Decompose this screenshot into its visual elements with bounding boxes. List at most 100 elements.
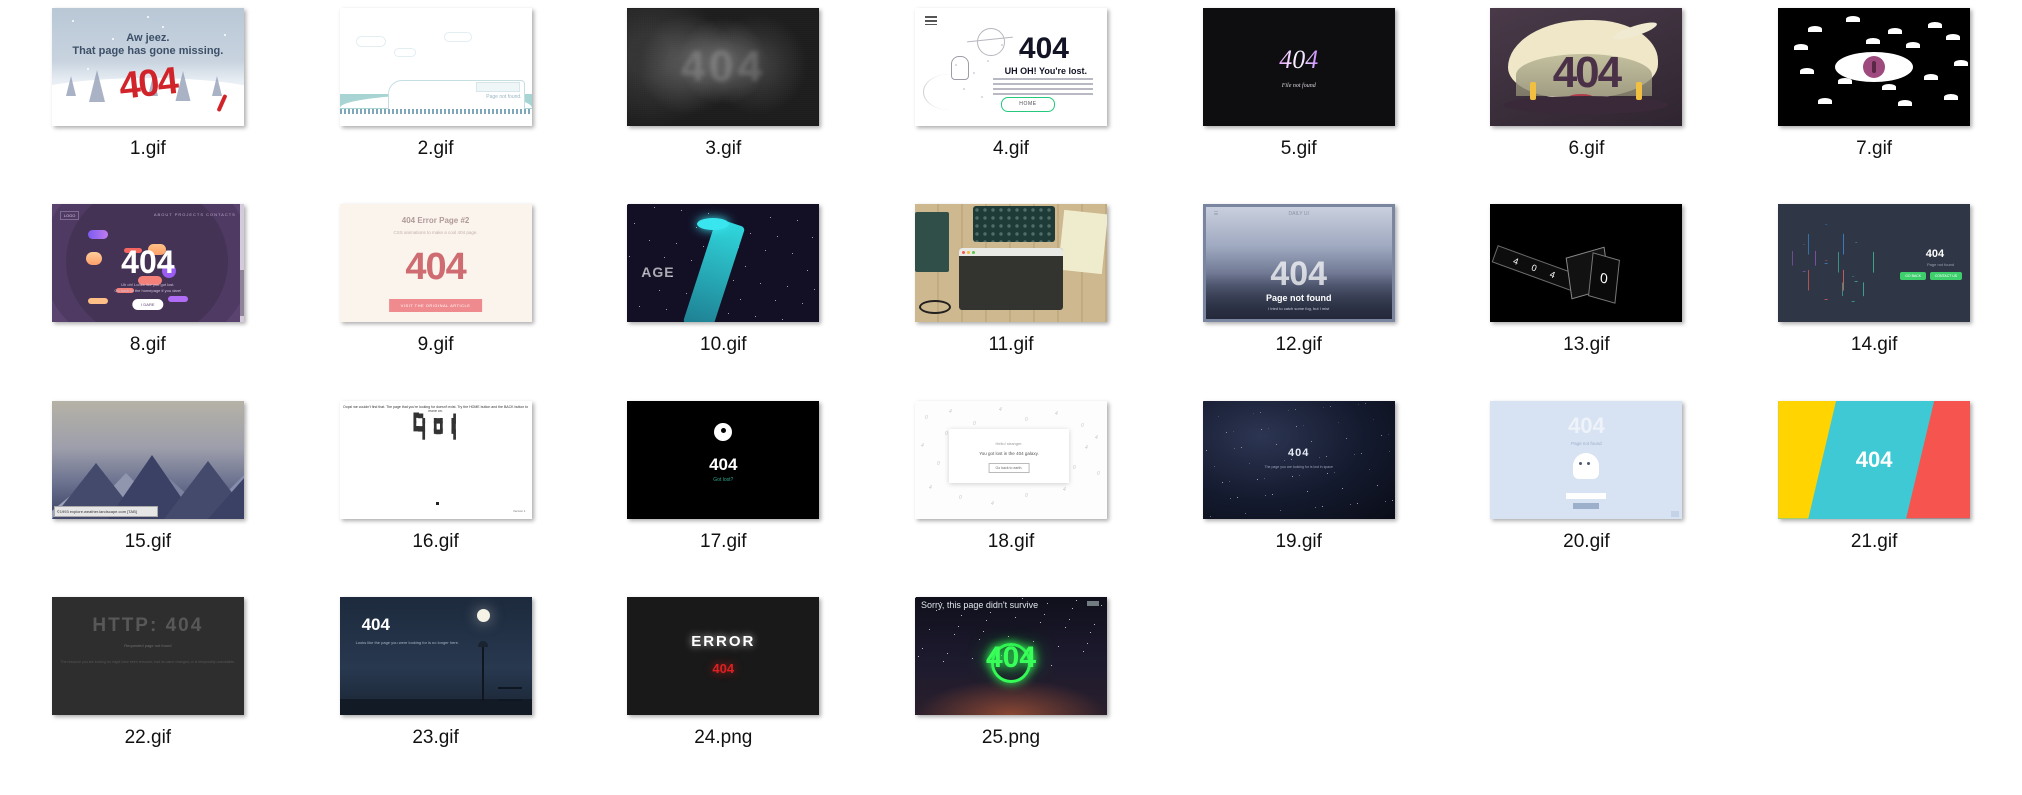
- thumbnail-wrapper[interactable]: ERROR 404: [579, 596, 867, 715]
- file-name-label: 13.gif: [1563, 334, 1610, 356]
- file-item[interactable]: 11.gif: [867, 204, 1155, 400]
- file-thumbnail[interactable]: 404 Error Page #2 CSS animations to make…: [339, 204, 532, 323]
- file-thumbnail[interactable]: Sorry, this page didn't survive 404: [914, 596, 1107, 715]
- thumbnail-wrapper[interactable]: 404: [1730, 400, 2018, 519]
- thumbnail-wrapper[interactable]: 404 Got lost?: [579, 400, 867, 519]
- thumbnail-wrapper[interactable]: 0404040404040404040 Hello! stranger. You…: [867, 400, 1155, 519]
- thumbnail-wrapper[interactable]: AGE: [579, 204, 867, 323]
- file-thumbnail[interactable]: AGE: [627, 204, 820, 323]
- thumbnail-wrapper[interactable]: Aw jeez. That page has gone missing. 404: [4, 8, 292, 126]
- thumbnail-wrapper[interactable]: Page not found.: [292, 8, 580, 126]
- file-thumbnail[interactable]: 404 File not found: [1202, 8, 1395, 126]
- file-thumbnail[interactable]: 404: [1490, 8, 1683, 126]
- file-item[interactable]: 404 6.gif: [1443, 8, 1731, 204]
- thumb-heading: ERROR: [691, 632, 756, 650]
- file-item[interactable]: 404 Page not found GO BACK CONTACT US 14…: [1730, 204, 2018, 400]
- file-thumbnail[interactable]: 404 Page not found: [1490, 400, 1683, 519]
- thumbnail-wrapper[interactable]: [867, 204, 1155, 323]
- file-item[interactable]: Oops! we couldn't find that. The page th…: [292, 400, 580, 597]
- file-thumbnail[interactable]: [914, 204, 1107, 323]
- thumbnail-wrapper[interactable]: 404 The page you are looking for is lost…: [1155, 400, 1443, 519]
- thumb-heading: UH OH! You're lost.: [1004, 66, 1087, 76]
- file-item[interactable]: 0404040404040404040 Hello! stranger. You…: [867, 400, 1155, 597]
- thumbnail-wrapper[interactable]: [1730, 8, 2018, 126]
- file-thumbnail[interactable]: Oops! we couldn't find that. The page th…: [339, 400, 532, 519]
- file-name-label: 22.gif: [124, 726, 172, 748]
- thumbnail-wrapper[interactable]: 404: [1443, 8, 1731, 126]
- thumbnail-wrapper[interactable]: 404 File not found: [1155, 8, 1443, 126]
- thumbnail-wrapper[interactable]: 404: [579, 8, 867, 126]
- file-item[interactable]: 404 File not found 5.gif: [1155, 8, 1443, 204]
- file-name-label: 1.gif: [129, 138, 166, 159]
- file-thumbnail[interactable]: LOGO ABOUT PROJECTS CONTACTS 404 Uh oh! …: [51, 204, 244, 323]
- file-thumbnail[interactable]: 404 The page you are looking for is lost…: [1202, 400, 1395, 519]
- thumb-sub: Page not found: [1927, 262, 1955, 268]
- file-thumbnail[interactable]: HTTP: 404 Requested page not found The r…: [51, 596, 244, 715]
- file-thumbnail[interactable]: 404 Page not found GO BACK CONTACT US: [1778, 204, 1971, 323]
- file-thumbnail[interactable]: [1778, 8, 1971, 126]
- file-item[interactable]: ERROR 404 24.png: [579, 596, 867, 793]
- file-thumbnail[interactable]: Aw jeez. That page has gone missing. 404: [51, 8, 244, 126]
- file-item[interactable]: 404 21.gif: [1730, 400, 2018, 597]
- thumbnail-wrapper[interactable]: Sorry, this page didn't survive 404: [867, 596, 1155, 715]
- file-item[interactable]: 404 Error Page #2 CSS animations to make…: [292, 204, 580, 400]
- file-item[interactable]: 404 UH OH! You're lost. HOME 4.gif: [867, 8, 1155, 204]
- file-item[interactable]: Sorry, this page didn't survive 404 25.p…: [867, 596, 1155, 793]
- thumbnail-wrapper[interactable]: 404 UH OH! You're lost. HOME: [867, 8, 1155, 126]
- file-item[interactable]: AGE 10.gif: [579, 204, 867, 400]
- file-item[interactable]: 404 Looks like the page you were looking…: [292, 596, 580, 793]
- file-item[interactable]: Aw jeez. That page has gone missing. 404 …: [4, 8, 292, 204]
- file-thumbnail[interactable]: ©1993 explore.weather.landscape.com [TAB…: [51, 400, 244, 519]
- file-name-label: 15.gif: [124, 530, 172, 552]
- thumb-sub: Requested page not found: [124, 642, 172, 648]
- file-item[interactable]: ©1993 explore.weather.landscape.com [TAB…: [4, 400, 292, 597]
- file-item[interactable]: LOGO ABOUT PROJECTS CONTACTS 404 Uh oh! …: [4, 204, 292, 400]
- thumbnail-wrapper[interactable]: 404 Looks like the page you were looking…: [292, 596, 580, 715]
- thumbnail-wrapper[interactable]: HTTP: 404 Requested page not found The r…: [4, 596, 292, 715]
- file-thumbnail[interactable]: 404 Looks like the page you were looking…: [339, 596, 532, 715]
- thumbnail-wrapper[interactable]: 404 Error Page #2 CSS animations to make…: [292, 204, 580, 323]
- file-item[interactable]: 404 3.gif: [579, 8, 867, 204]
- file-thumbnail[interactable]: 404 UH OH! You're lost. HOME: [914, 8, 1107, 126]
- thumb-sub: I tried to catch some fog, but I mist: [1268, 306, 1330, 312]
- file-thumbnail[interactable]: ☰ DAILY UI 404 Page not found I tried to…: [1202, 204, 1395, 323]
- file-item[interactable]: 7.gif: [1730, 8, 2018, 204]
- file-name-label: 12.gif: [1275, 334, 1322, 356]
- file-item[interactable]: Page not found. 2.gif: [292, 8, 580, 204]
- file-item[interactable]: 404 Page not found 20.gif: [1443, 400, 1731, 597]
- file-name-label: 17.gif: [700, 530, 747, 552]
- thumbnail-wrapper[interactable]: ☰ DAILY UI 404 Page not found I tried to…: [1155, 204, 1443, 323]
- thumb-404: 404: [361, 614, 390, 634]
- file-item[interactable]: ☰ DAILY UI 404 Page not found I tried to…: [1155, 204, 1443, 400]
- thumbnail-wrapper[interactable]: Oops! we couldn't find that. The page th…: [292, 400, 580, 519]
- thumb-404: 404: [1568, 412, 1605, 438]
- file-thumbnail[interactable]: Page not found.: [339, 8, 532, 126]
- file-thumbnail[interactable]: 4 0 4 0: [1490, 204, 1683, 323]
- file-thumbnail[interactable]: 404: [627, 8, 820, 126]
- thumbnail-wrapper[interactable]: ©1993 explore.weather.landscape.com [TAB…: [4, 400, 292, 519]
- file-item[interactable]: HTTP: 404 Requested page not found The r…: [4, 596, 292, 793]
- thumb-404: ▛▀▖ ▗▄▖ ▗▌ ▙▄▌ ▐ ▌ ▐▌ ▌ ▝▀▘ ▝▌: [413, 413, 459, 440]
- file-item[interactable]: 404 Got lost? 17.gif: [579, 400, 867, 597]
- file-thumbnail[interactable]: ERROR 404: [627, 596, 820, 715]
- thumbnail-wrapper[interactable]: 404 Page not found: [1443, 400, 1731, 519]
- menu-icon[interactable]: [924, 16, 937, 25]
- thumb-404: 404: [1288, 446, 1310, 459]
- file-thumbnail[interactable]: 0404040404040404040 Hello! stranger. You…: [914, 400, 1107, 519]
- thumbnail-wrapper[interactable]: 404 Page not found GO BACK CONTACT US: [1730, 204, 2018, 323]
- file-item[interactable]: 404 The page you are looking for is lost…: [1155, 400, 1443, 597]
- thumb-sub: Page not found: [1571, 440, 1602, 446]
- file-name-label: 24.png: [694, 726, 753, 748]
- thumb-404: 404: [680, 42, 766, 91]
- thumb-404: 404: [1925, 248, 1945, 261]
- file-item[interactable]: 4 0 4 0 13.gif: [1443, 204, 1731, 400]
- thumb-body: Looks like the page you were looking for…: [355, 639, 459, 645]
- thumbnail-wrapper[interactable]: LOGO ABOUT PROJECTS CONTACTS 404 Uh oh! …: [4, 204, 292, 323]
- thumb-button: VISIT THE ORIGINAL ARTICLE: [388, 299, 483, 313]
- file-name-label: 19.gif: [1275, 530, 1322, 552]
- thumb-brand: DAILY UI: [1288, 211, 1309, 218]
- thumbnail-wrapper[interactable]: 4 0 4 0: [1443, 204, 1731, 323]
- thumb-caption: File not found: [1281, 83, 1316, 89]
- file-thumbnail[interactable]: 404 Got lost?: [627, 400, 820, 519]
- file-thumbnail[interactable]: 404: [1778, 400, 1971, 519]
